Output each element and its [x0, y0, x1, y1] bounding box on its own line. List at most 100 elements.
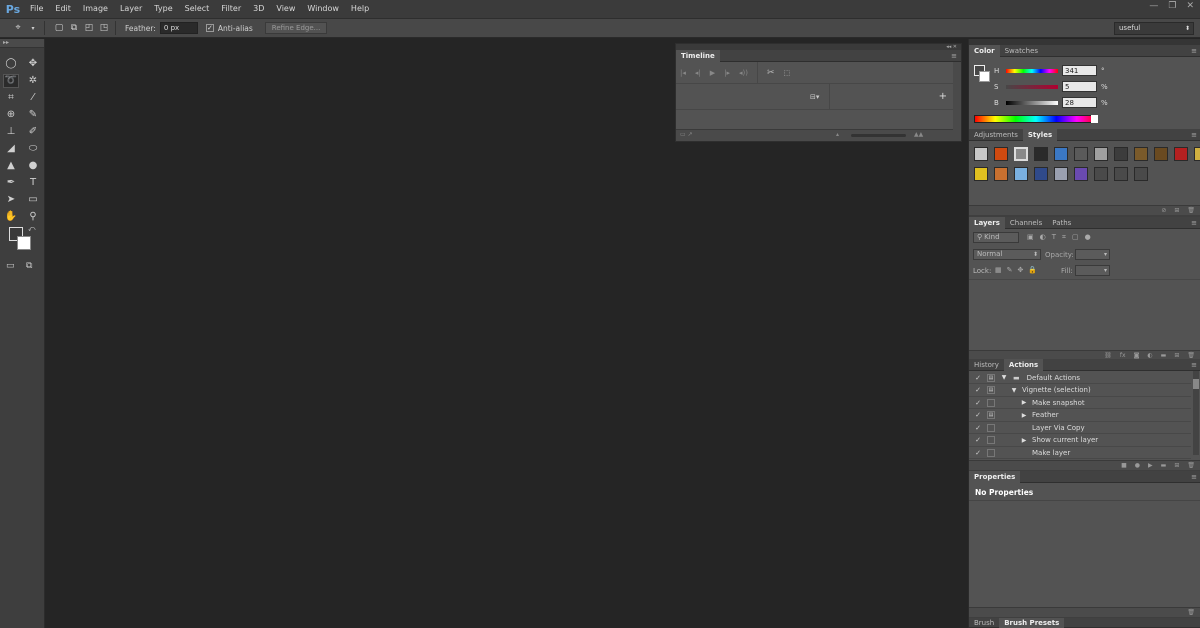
previous-frame-icon[interactable]: ◂|: [695, 69, 701, 77]
tab-paths[interactable]: Paths: [1047, 217, 1076, 229]
eyedropper-icon[interactable]: ⁄: [25, 91, 41, 105]
collapsed-triangle-icon[interactable]: ▶: [1019, 399, 1029, 406]
zoom-icon[interactable]: ⚲: [25, 210, 41, 224]
toggle-check-icon[interactable]: ✓: [973, 449, 983, 457]
lock-pixels-icon[interactable]: ✎: [1007, 266, 1018, 274]
menu-3d[interactable]: 3D: [247, 0, 270, 18]
dialog-toggle-icon[interactable]: ▤: [987, 373, 995, 382]
eraser-icon[interactable]: ◢: [3, 142, 19, 156]
kind-filter-select[interactable]: ⚲ Kind: [973, 232, 1019, 243]
lock-position-icon[interactable]: ✥: [1018, 266, 1029, 274]
lock-all-icon[interactable]: 🔒: [1028, 266, 1042, 274]
dialog-toggle-icon[interactable]: [987, 423, 995, 432]
style-swatch[interactable]: [1034, 147, 1048, 161]
expanded-triangle-icon[interactable]: ▼: [1009, 387, 1019, 394]
history-brush-icon[interactable]: ✐: [25, 125, 41, 139]
color-background-swatch[interactable]: [979, 71, 990, 82]
menu-help[interactable]: Help: [345, 0, 375, 18]
action-row[interactable]: ✓ ▤ ▼ ▬ Default Actions: [969, 372, 1191, 384]
action-row[interactable]: ✓ Layer Via Copy: [969, 422, 1191, 434]
style-swatch[interactable]: [1134, 147, 1148, 161]
tab-properties[interactable]: Properties: [969, 470, 1021, 483]
play-icon[interactable]: ▶: [1148, 462, 1153, 469]
panel-menu-icon[interactable]: ≡: [951, 52, 957, 60]
style-swatch[interactable]: [1014, 147, 1028, 161]
scrollbar-thumb[interactable]: [1193, 379, 1199, 389]
shape-filter-icon[interactable]: ⌗: [1062, 233, 1072, 241]
paint-bucket-icon[interactable]: ⬭: [25, 142, 41, 156]
style-swatch[interactable]: [1134, 167, 1148, 181]
style-swatch[interactable]: [1054, 147, 1068, 161]
style-swatch[interactable]: [1094, 147, 1108, 161]
feather-input[interactable]: 0 px: [159, 22, 198, 34]
new-selection-icon[interactable]: ▢: [53, 22, 65, 34]
style-swatch[interactable]: [1114, 167, 1128, 181]
stop-icon[interactable]: ■: [1121, 462, 1127, 469]
brush-icon[interactable]: ✎: [25, 108, 41, 122]
zoom-out-icon[interactable]: ▴: [836, 131, 839, 138]
play-icon[interactable]: ▶: [710, 69, 715, 77]
magic-wand-icon[interactable]: ✲: [25, 74, 41, 88]
close-icon[interactable]: ✕: [1186, 1, 1194, 11]
transition-icon[interactable]: ⬚: [784, 69, 791, 77]
add-track-icon[interactable]: +: [939, 91, 947, 102]
type-icon[interactable]: T: [25, 176, 41, 190]
dialog-toggle-icon[interactable]: [987, 448, 995, 457]
panel-menu-icon[interactable]: ≡: [1191, 471, 1197, 483]
workspace-select[interactable]: useful ⬍: [1114, 22, 1194, 35]
tab-color[interactable]: Color: [969, 44, 1000, 57]
action-row[interactable]: ✓ ▤ ▼ Vignette (selection): [969, 385, 1191, 397]
action-row[interactable]: ✓ Make layer: [969, 447, 1191, 459]
toggle-check-icon[interactable]: ✓: [973, 424, 983, 432]
style-swatch[interactable]: [974, 147, 988, 161]
style-swatch[interactable]: [1154, 147, 1168, 161]
expanded-triangle-icon[interactable]: ▼: [999, 374, 1009, 381]
lasso-icon[interactable]: ➰: [3, 73, 19, 88]
minimize-icon[interactable]: —: [1149, 1, 1158, 11]
toggle-check-icon[interactable]: ✓: [973, 436, 983, 444]
new-style-icon[interactable]: ⊞: [1174, 207, 1179, 214]
brightness-value[interactable]: 28: [1062, 97, 1097, 108]
background-color-swatch[interactable]: [17, 236, 31, 250]
style-swatch[interactable]: [1174, 147, 1188, 161]
tab-layers[interactable]: Layers: [969, 216, 1005, 229]
dialog-toggle-icon[interactable]: ▤: [987, 411, 995, 419]
add-selection-icon[interactable]: ⧉: [68, 22, 80, 34]
style-swatch[interactable]: [974, 167, 988, 181]
split-icon[interactable]: ✂: [767, 68, 775, 78]
move-icon[interactable]: ✥: [25, 57, 41, 71]
style-swatch[interactable]: [1054, 167, 1068, 181]
style-swatch[interactable]: [1014, 167, 1028, 181]
collapsed-triangle-icon[interactable]: ▶: [1019, 412, 1029, 419]
tab-brush-presets[interactable]: Brush Presets: [999, 617, 1065, 628]
style-swatch[interactable]: [1194, 147, 1200, 161]
dialog-toggle-icon[interactable]: [987, 436, 995, 444]
toggle-check-icon[interactable]: ✓: [973, 374, 983, 382]
timeline-scrollbar[interactable]: [953, 62, 961, 130]
blur-icon[interactable]: ▲: [3, 159, 19, 173]
dialog-toggle-icon[interactable]: [987, 398, 995, 407]
lock-transparent-icon[interactable]: ▦: [995, 266, 1007, 274]
style-swatch[interactable]: [994, 147, 1008, 161]
restore-icon[interactable]: ❐: [1168, 1, 1176, 11]
style-swatch[interactable]: [1034, 167, 1048, 181]
panel-menu-icon[interactable]: ≡: [1191, 129, 1197, 141]
action-row[interactable]: ✓ ▤ ▶ Feather: [969, 410, 1191, 422]
rectangle-shape-icon[interactable]: ▭: [25, 193, 41, 207]
panel-menu-icon[interactable]: ≡: [1191, 217, 1197, 229]
menu-select[interactable]: Select: [179, 0, 216, 18]
dialog-toggle-icon[interactable]: ▤: [987, 386, 995, 394]
style-swatch[interactable]: [1114, 147, 1128, 161]
white-swatch[interactable]: [1091, 115, 1098, 123]
delete-layer-icon[interactable]: 🗑: [1187, 352, 1195, 359]
chevron-down-icon[interactable]: ▾: [27, 22, 39, 34]
new-group-icon[interactable]: ▬: [1161, 352, 1167, 359]
style-swatch[interactable]: [1074, 167, 1088, 181]
tab-styles[interactable]: Styles: [1022, 128, 1058, 141]
subtract-selection-icon[interactable]: ◰: [83, 22, 95, 34]
menu-image[interactable]: Image: [77, 0, 114, 18]
hue-value[interactable]: 341: [1062, 65, 1097, 76]
timeline-track-area[interactable]: ⊟▾ +: [676, 83, 961, 110]
tab-adjustments[interactable]: Adjustments: [969, 129, 1023, 141]
panel-menu-icon[interactable]: ≡: [1191, 359, 1197, 371]
